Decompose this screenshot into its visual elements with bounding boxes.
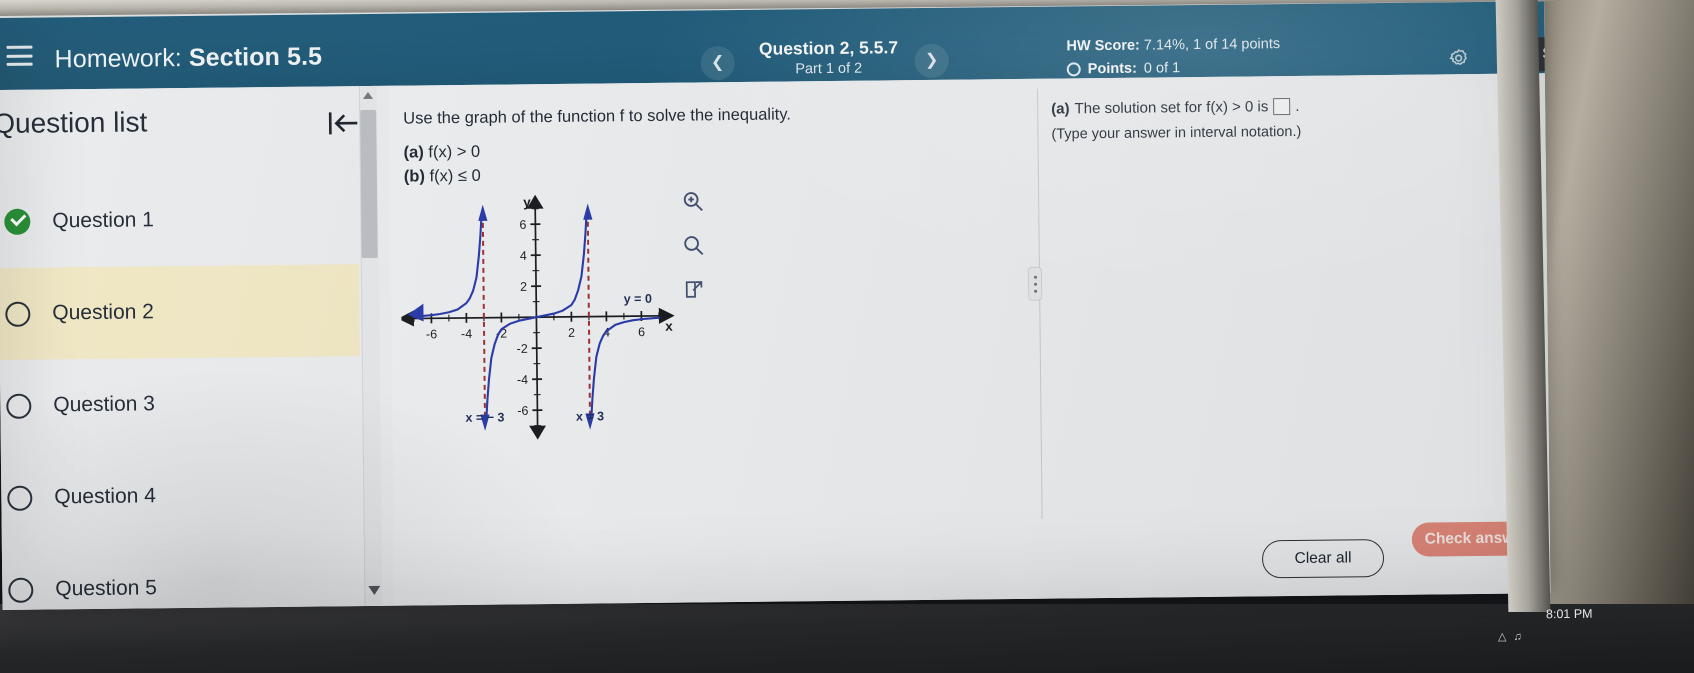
scrollbar-thumb[interactable] <box>360 109 378 259</box>
next-question-button[interactable]: ❯ <box>914 43 949 79</box>
circle-empty-icon <box>1066 62 1081 77</box>
collapse-panel-left-icon[interactable] <box>323 108 363 138</box>
sidebar-item-question-4[interactable]: Question 4 <box>1 448 362 544</box>
desk-surface-right <box>1530 0 1694 673</box>
curve-branch-0 <box>412 215 483 318</box>
y-tick-label: -2 <box>517 342 528 356</box>
question-part-a: (a) f(x) > 0 <box>404 143 481 163</box>
x-tick-label: -4 <box>461 327 472 341</box>
clear-all-button[interactable]: Clear all <box>1261 539 1385 579</box>
previous-question-button[interactable]: ❮ <box>700 46 735 81</box>
vertical-asymptote <box>586 212 592 421</box>
page-title-section: Section 5.5 <box>188 42 323 72</box>
sidebar-item-question-2[interactable]: Question 2 <box>0 264 360 360</box>
curve-branch-2 <box>590 316 660 419</box>
gear-icon[interactable] <box>1448 47 1470 69</box>
sidebar-item-label: Question 5 <box>55 576 158 601</box>
graph-annotation: x = 3 <box>576 409 604 423</box>
hw-score-label: HW Score: <box>1066 37 1140 55</box>
question-content-panel: Use the graph of the function f to solve… <box>388 73 1551 606</box>
open-in-new-window-icon[interactable] <box>679 274 709 304</box>
graph-tool-palette <box>678 186 713 318</box>
question-list-panel: Question list Question 1 Question 2 Ques… <box>0 85 395 610</box>
sidebar-item-question-5[interactable]: Question 5 <box>2 540 363 610</box>
hw-score-line: HW Score: 7.14%, 1 of 14 points <box>1066 35 1396 55</box>
zoom-out-icon[interactable] <box>678 230 708 260</box>
y-tick-label: 2 <box>520 280 527 294</box>
taskbar-tray-icons: △ ♫ <box>1498 631 1524 643</box>
answer-part-text: The solution set for f(x) > 0 is <box>1074 98 1269 118</box>
sidebar-item-label: Question 4 <box>54 484 157 509</box>
y-tick-label: 6 <box>519 218 526 232</box>
page-title-prefix: Homework: <box>54 43 190 74</box>
question-prompt: Use the graph of the function f to solve… <box>403 105 792 128</box>
part-a-tag: (a) <box>403 143 429 162</box>
screenshot-stage: · · · · · · Homework: Section 5.5 ❮ Ques… <box>0 0 1694 673</box>
taskbar-clock: 8:01 PM <box>1545 606 1593 622</box>
x-tick-label: 2 <box>568 326 575 340</box>
function-graph[interactable]: -6 -4 -2 2 4 6 6 4 2 -2 -4 -6 y x y = 0x = − 3x = 3 <box>400 190 703 463</box>
branch-arrow-up <box>583 203 593 220</box>
monitor-screen: · · · · · · Homework: Section 5.5 ❮ Ques… <box>0 0 1551 610</box>
sidebar-item-question-3[interactable]: Question 3 <box>0 356 361 452</box>
sidebar-item-label: Question 1 <box>52 208 155 233</box>
graph-annotation: x = − 3 <box>465 410 504 424</box>
current-part-label: Part 1 of 2 <box>795 60 863 78</box>
answer-part-period: . <box>1295 97 1300 115</box>
score-summary: HW Score: 7.14%, 1 of 14 points Points: … <box>1066 35 1396 78</box>
y-axis-label: y <box>523 195 531 210</box>
status-complete-icon <box>4 208 31 235</box>
drag-handle-icon[interactable] <box>1027 266 1043 301</box>
points-label: Points: <box>1087 60 1137 78</box>
sidebar-item-label: Question 3 <box>53 392 156 417</box>
page-title: Homework: Section 5.5 <box>54 42 322 74</box>
status-incomplete-icon <box>5 301 31 327</box>
scroll-down-arrow-icon[interactable] <box>368 585 381 596</box>
answer-input-a[interactable] <box>1273 98 1291 116</box>
question-part-b: (b) f(x) ≤ 0 <box>404 167 481 187</box>
panel-divider <box>1036 88 1043 519</box>
answer-format-hint: (Type your answer in interval notation.) <box>1051 123 1302 143</box>
points-value: 0 of 1 <box>1143 60 1181 77</box>
graph-annotation: y = 0 <box>624 292 652 306</box>
y-tick-label: 4 <box>520 249 527 263</box>
desk-surface-bottom <box>0 604 1694 673</box>
part-b-text: f(x) ≤ 0 <box>429 166 481 186</box>
y-tick-label: -6 <box>517 404 528 418</box>
answer-part-tag: (a) <box>1051 100 1070 118</box>
question-navigator: ❮ Question 2, 5.5.7 Part 1 of 2 ❯ <box>686 29 987 84</box>
x-axis-label: x <box>665 319 673 334</box>
x-tick-label: 6 <box>638 325 645 339</box>
graph-canvas: -6 -4 -2 2 4 6642-2-4-6yxy = 0x = − 3x = 3 <box>400 195 675 440</box>
current-question-label: Question 2, 5.5.7 <box>758 37 899 59</box>
part-a-text: f(x) > 0 <box>428 142 481 162</box>
sidebar-item-question-1[interactable]: Question 1 <box>0 172 359 268</box>
part-b-tag: (b) <box>403 167 430 186</box>
question-list-heading: Question list <box>0 106 148 140</box>
x-tick-label: -6 <box>426 327 437 341</box>
zoom-in-icon[interactable] <box>678 186 708 216</box>
sidebar-item-label: Question 2 <box>52 300 155 325</box>
hamburger-menu-icon[interactable] <box>6 45 33 66</box>
vertical-asymptote <box>481 213 487 422</box>
hw-score-value: 7.14%, 1 of 14 points <box>1139 36 1281 54</box>
status-incomplete-icon <box>6 393 32 419</box>
status-incomplete-icon <box>8 577 34 603</box>
y-tick-label: -4 <box>517 373 528 387</box>
scroll-up-arrow-icon[interactable] <box>362 91 374 100</box>
status-incomplete-icon <box>7 485 33 511</box>
branch-arrow-up <box>478 204 488 221</box>
answer-part-a: (a) The solution set for f(x) > 0 is . <box>1051 98 1300 118</box>
